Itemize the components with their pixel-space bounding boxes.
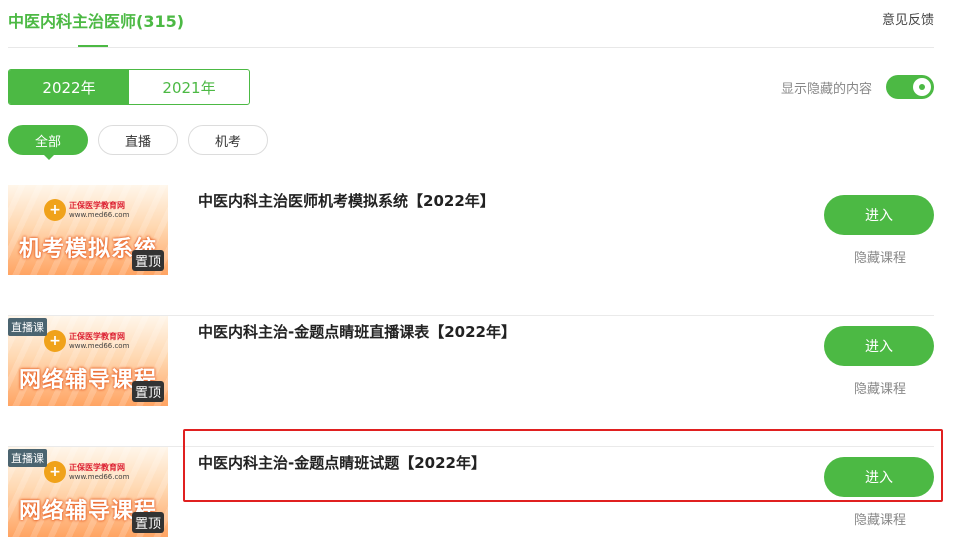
- year-tabs: 2022年 2021年: [8, 69, 250, 105]
- course-thumbnail[interactable]: + 正保医学教育网 www.med66.com 网络辅导课程 直播课 置顶: [8, 447, 168, 537]
- course-thumbnail[interactable]: + 正保医学教育网 www.med66.com 机考模拟系统 置顶: [8, 185, 168, 275]
- brand-logo: + 正保医学教育网 www.med66.com: [44, 199, 129, 221]
- header: 中医内科主治医师(315) 意见反馈: [8, 0, 934, 48]
- pinned-badge: 置顶: [131, 250, 164, 271]
- filter-all[interactable]: 全部: [8, 125, 88, 160]
- show-hidden-toggle[interactable]: [886, 75, 934, 99]
- filter-bar: 全部 直播 机考: [8, 125, 278, 160]
- brand-logo: + 正保医学教育网 www.med66.com: [44, 461, 129, 483]
- enter-button[interactable]: 进入: [824, 195, 934, 235]
- brand-logo: + 正保医学教育网 www.med66.com: [44, 330, 129, 352]
- pinned-badge: 置顶: [131, 512, 164, 533]
- brand-logo-name: 正保医学教育网: [69, 200, 125, 210]
- title-underline: [78, 45, 108, 47]
- hide-course-link[interactable]: 隐藏课程: [854, 378, 906, 397]
- brand-logo-name: 正保医学教育网: [69, 331, 125, 341]
- page-title: 中医内科主治医师(315): [8, 12, 185, 31]
- live-course-badge: 直播课: [8, 318, 47, 336]
- brand-logo-icon: +: [44, 461, 66, 483]
- tab-year-2021[interactable]: 2021年: [129, 70, 249, 104]
- live-course-badge: 直播课: [8, 449, 47, 467]
- hide-course-link[interactable]: 隐藏课程: [854, 509, 906, 528]
- feedback-link[interactable]: 意见反馈: [882, 9, 934, 28]
- course-title[interactable]: 中医内科主治-金题点睛班直播课表【2022年】: [198, 321, 516, 343]
- brand-logo-url: www.med66.com: [69, 472, 130, 481]
- course-row: + 正保医学教育网 www.med66.com 网络辅导课程 直播课 置顶 中医…: [8, 447, 934, 552]
- toggle-knob: [913, 78, 931, 96]
- filter-live[interactable]: 直播: [98, 125, 178, 155]
- enter-button[interactable]: 进入: [824, 457, 934, 497]
- course-thumbnail[interactable]: + 正保医学教育网 www.med66.com 网络辅导课程 直播课 置顶: [8, 316, 168, 406]
- course-title[interactable]: 中医内科主治医师机考模拟系统【2022年】: [198, 190, 518, 212]
- course-row: + 正保医学教育网 www.med66.com 网络辅导课程 直播课 置顶 中医…: [8, 316, 934, 447]
- brand-logo-url: www.med66.com: [69, 210, 130, 219]
- brand-logo-icon: +: [44, 330, 66, 352]
- enter-button[interactable]: 进入: [824, 326, 934, 366]
- show-hidden-control: 显示隐藏的内容: [781, 75, 934, 99]
- brand-logo-url: www.med66.com: [69, 341, 130, 350]
- filter-exam[interactable]: 机考: [188, 125, 268, 155]
- hide-course-link[interactable]: 隐藏课程: [854, 247, 906, 266]
- show-hidden-label: 显示隐藏的内容: [780, 81, 872, 97]
- tab-year-2022[interactable]: 2022年: [9, 70, 129, 104]
- brand-logo-icon: +: [44, 199, 66, 221]
- course-row: + 正保医学教育网 www.med66.com 机考模拟系统 置顶 中医内科主治…: [8, 185, 934, 316]
- course-title[interactable]: 中医内科主治-金题点睛班试题【2022年】: [198, 452, 538, 474]
- brand-logo-name: 正保医学教育网: [69, 462, 125, 472]
- pinned-badge: 置顶: [131, 381, 164, 402]
